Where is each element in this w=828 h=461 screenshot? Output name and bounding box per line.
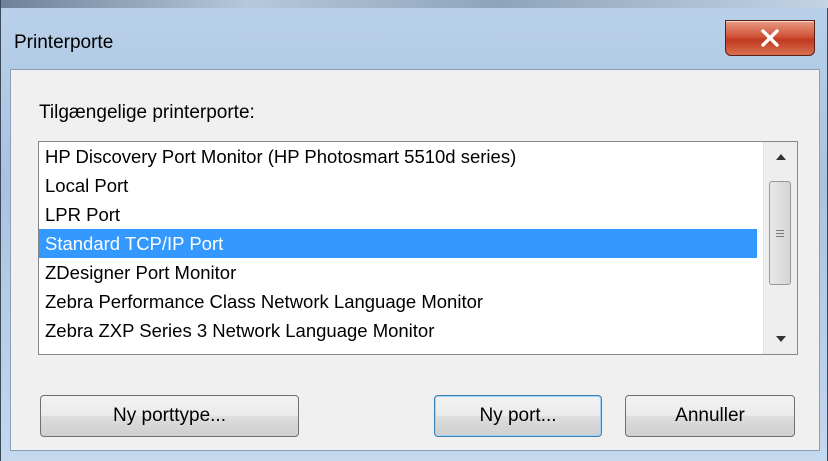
- scroll-down-button[interactable]: [764, 324, 797, 354]
- dialog-client-area: Tilgængelige printerporte: HP Discovery …: [10, 69, 820, 451]
- list-item[interactable]: ZDesigner Port Monitor: [39, 258, 757, 287]
- dialog-window: Printerporte Tilgængelige printerporte: …: [0, 0, 828, 461]
- grip-icon: [776, 228, 784, 239]
- printer-ports-listbox[interactable]: HP Discovery Port Monitor (HP Photosmart…: [38, 141, 798, 355]
- window-title: Printerporte: [14, 32, 114, 53]
- list-items: HP Discovery Port Monitor (HP Photosmart…: [39, 142, 757, 345]
- vertical-scrollbar[interactable]: [763, 142, 797, 354]
- list-item[interactable]: Zebra Performance Class Network Language…: [39, 287, 757, 316]
- close-button[interactable]: [725, 20, 815, 56]
- cancel-button[interactable]: Annuller: [625, 395, 795, 437]
- scroll-down-arrow-icon: [775, 336, 786, 342]
- list-item-selected[interactable]: Standard TCP/IP Port: [39, 229, 757, 258]
- list-item[interactable]: HP Discovery Port Monitor (HP Photosmart…: [39, 142, 757, 171]
- list-item[interactable]: LPR Port: [39, 200, 757, 229]
- scroll-thumb[interactable]: [769, 181, 791, 285]
- list-item[interactable]: Local Port: [39, 171, 757, 200]
- new-port-type-button[interactable]: Ny porttype...: [40, 395, 299, 437]
- list-label: Tilgængelige printerporte:: [39, 102, 255, 123]
- title-bar-background: [1, 0, 828, 8]
- close-icon: [761, 29, 779, 47]
- scroll-up-button[interactable]: [764, 142, 797, 172]
- new-port-button[interactable]: Ny port...: [434, 395, 602, 437]
- list-item[interactable]: Zebra ZXP Series 3 Network Language Moni…: [39, 316, 757, 345]
- scroll-up-arrow-icon: [775, 154, 786, 160]
